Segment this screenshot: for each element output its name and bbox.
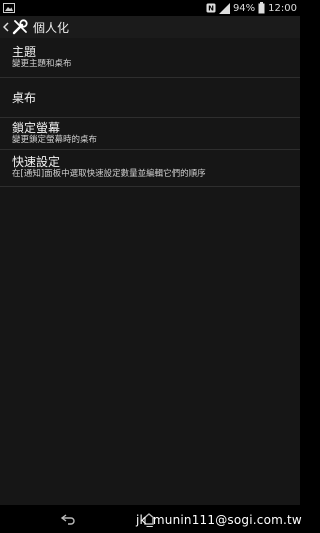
- list-item-title: 主題: [12, 45, 37, 59]
- list-item-lock-screen[interactable]: 鎖定螢幕 變更鎖定螢幕時的桌布: [0, 118, 300, 150]
- list-item-title: 桌布: [12, 91, 37, 105]
- list-item-quick-settings[interactable]: 快速設定 在[通知]面板中選取快速設定數量並編輯它們的順序: [0, 150, 300, 187]
- clock: 12:00: [268, 2, 297, 14]
- list-item-summary: 變更鎖定螢幕時的桌布: [12, 135, 98, 145]
- back-arrow-icon[interactable]: [60, 513, 76, 525]
- settings-list: 主題 變更主題和桌布 桌布 鎖定螢幕 變更鎖定螢幕時的桌布 快速設定 在[通知]…: [0, 38, 300, 187]
- status-bar: N 94% 12:00: [0, 0, 300, 16]
- chevron-left-icon[interactable]: [2, 20, 10, 34]
- list-item-title: 鎖定螢幕: [12, 121, 61, 135]
- page-title: 個人化: [33, 20, 70, 35]
- list-item-theme[interactable]: 主題 變更主題和桌布: [0, 38, 300, 78]
- watermark: jk_munin111@sogi.com.tw: [136, 513, 302, 527]
- action-bar[interactable]: 個人化: [0, 16, 300, 38]
- wrench-screwdriver-icon: [12, 19, 28, 35]
- battery-percentage: 94%: [232, 2, 256, 14]
- nfc-icon: N: [206, 3, 216, 13]
- list-item-title: 快速設定: [12, 155, 61, 169]
- signal-icon: [218, 2, 230, 14]
- list-item-summary: 在[通知]面板中選取快速設定數量並編輯它們的順序: [12, 169, 206, 179]
- list-item-wallpaper[interactable]: 桌布: [0, 78, 300, 118]
- battery-icon: [258, 2, 265, 14]
- list-item-summary: 變更主題和桌布: [12, 59, 72, 69]
- svg-text:N: N: [208, 5, 214, 13]
- image-icon: [3, 3, 15, 13]
